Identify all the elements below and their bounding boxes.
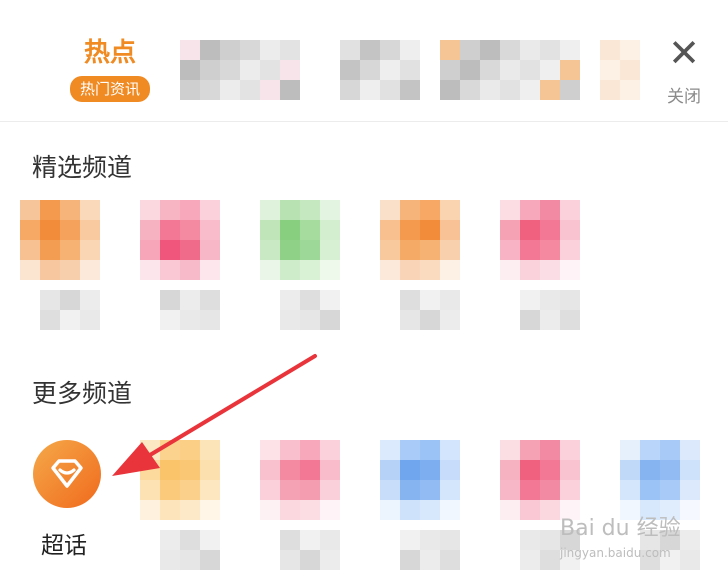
blurred-header-pixel [560,80,580,100]
blurred-channel-label [280,530,340,570]
tab-hot-badge: 热门资讯 [69,76,150,102]
blurred-header-pixel [400,80,420,100]
blurred-header-pixel [480,60,500,80]
blurred-channel-label [280,290,340,330]
blurred-header-pixel [360,60,380,80]
rose-pixelated-icon [500,200,580,280]
blurred-header-pixel [260,80,280,100]
blurred-channel-label [160,530,220,570]
pink-pixelated-icon [140,200,220,280]
blurred-header-pixel [540,40,560,60]
orange-pixelated-icon [20,200,100,280]
blurred-header-pixel [600,40,620,60]
light-blue-pixelated-icon [620,440,700,520]
blurred-header-pixel [380,40,400,60]
blurred-header-pixel [180,60,200,80]
channel-tile[interactable] [500,200,580,330]
watermark-url: jingyan.baidu.com [560,546,671,560]
chaohua-diamond-icon [51,459,83,488]
blurred-channel-label [40,290,100,330]
blurred-header-pixel [440,80,460,100]
blurred-channel-label [520,290,580,330]
blurred-header-pixel [360,80,380,100]
blurred-header-pixel [240,60,260,80]
blurred-header-pixel [620,40,640,60]
close-label: 关闭 [667,87,701,107]
orange-pixelated-icon-2 [380,200,460,280]
blurred-header-pixel [200,80,220,100]
blurred-header-pixel [620,80,640,100]
blurred-header-pixel [520,40,540,60]
blurred-header-pixel [500,40,520,60]
blurred-header-pixel [180,80,200,100]
chaohua-channel-button[interactable] [33,440,101,508]
blurred-header-pixel [240,80,260,100]
blurred-header-pixel [460,80,480,100]
close-button[interactable]: ✕ 关闭 [655,30,713,108]
green-pixelated-icon [260,200,340,280]
blurred-header-pixel [440,40,460,60]
channel-tile[interactable] [140,440,220,570]
blurred-header-pixel [560,60,580,80]
blurred-header-pixel [460,60,480,80]
yellow-pixelated-icon [140,440,220,520]
blurred-header-pixel [260,40,280,60]
pink-pixelated-icon-2 [260,440,340,520]
channel-tile[interactable] [380,200,460,330]
blurred-header-pixel [360,40,380,60]
channel-tile[interactable] [380,440,460,570]
blurred-channel-label [400,290,460,330]
watermark-brand: Bai du 经验 [560,516,681,541]
blurred-header-pixel [440,60,460,80]
blurred-header-pixel [400,60,420,80]
blurred-header-pixel [180,40,200,60]
channel-tile[interactable] [140,200,220,330]
blurred-header-pixel [280,80,300,100]
blurred-header-pixel [340,60,360,80]
blurred-header-pixel [500,60,520,80]
blurred-header-pixel [620,60,640,80]
close-icon: ✕ [668,31,700,75]
blurred-header-pixel [520,80,540,100]
blurred-header-pixel [600,60,620,80]
blurred-header-pixel [340,80,360,100]
blurred-header-pixel [240,40,260,60]
blurred-header-pixel [380,80,400,100]
blurred-header-pixel [280,40,300,60]
blurred-header-pixel [400,40,420,60]
blurred-channel-label [400,530,460,570]
blurred-header-pixel [540,60,560,80]
section-title-featured: 精选频道 [32,153,133,182]
channel-tile[interactable] [260,440,340,570]
blurred-header-pixel [280,60,300,80]
blurred-header-pixel [200,40,220,60]
blurred-header-pixel [260,60,280,80]
blurred-channel-label [160,290,220,330]
blue-pixelated-icon [380,440,460,520]
blurred-header-pixel [600,80,620,100]
blurred-header-pixel [460,40,480,60]
tab-hot-title: 热点 [83,38,136,68]
baidu-watermark: Bai du 经验 jingyan.baidu.com [560,510,681,560]
blurred-header-pixel [540,80,560,100]
channel-tile[interactable] [20,200,100,330]
blurred-header-pixel [340,40,360,60]
blurred-header-pixel [200,60,220,80]
blurred-header-pixel [560,40,580,60]
blurred-header-pixel [220,60,240,80]
blurred-header-pixel [500,80,520,100]
blurred-header-pixel [480,80,500,100]
blurred-header-pixel [380,60,400,80]
chaohua-label: 超话 [41,533,87,559]
tab-hot[interactable]: 热点 热门资讯 [58,34,162,108]
blurred-header-pixel [480,40,500,60]
blurred-header-pixel [220,40,240,60]
red-pixelated-icon [500,440,580,520]
channel-tile[interactable] [260,200,340,330]
blurred-header-pixel [220,80,240,100]
blurred-header-pixel [520,60,540,80]
header-divider [0,121,728,122]
section-title-more: 更多频道 [32,379,133,408]
